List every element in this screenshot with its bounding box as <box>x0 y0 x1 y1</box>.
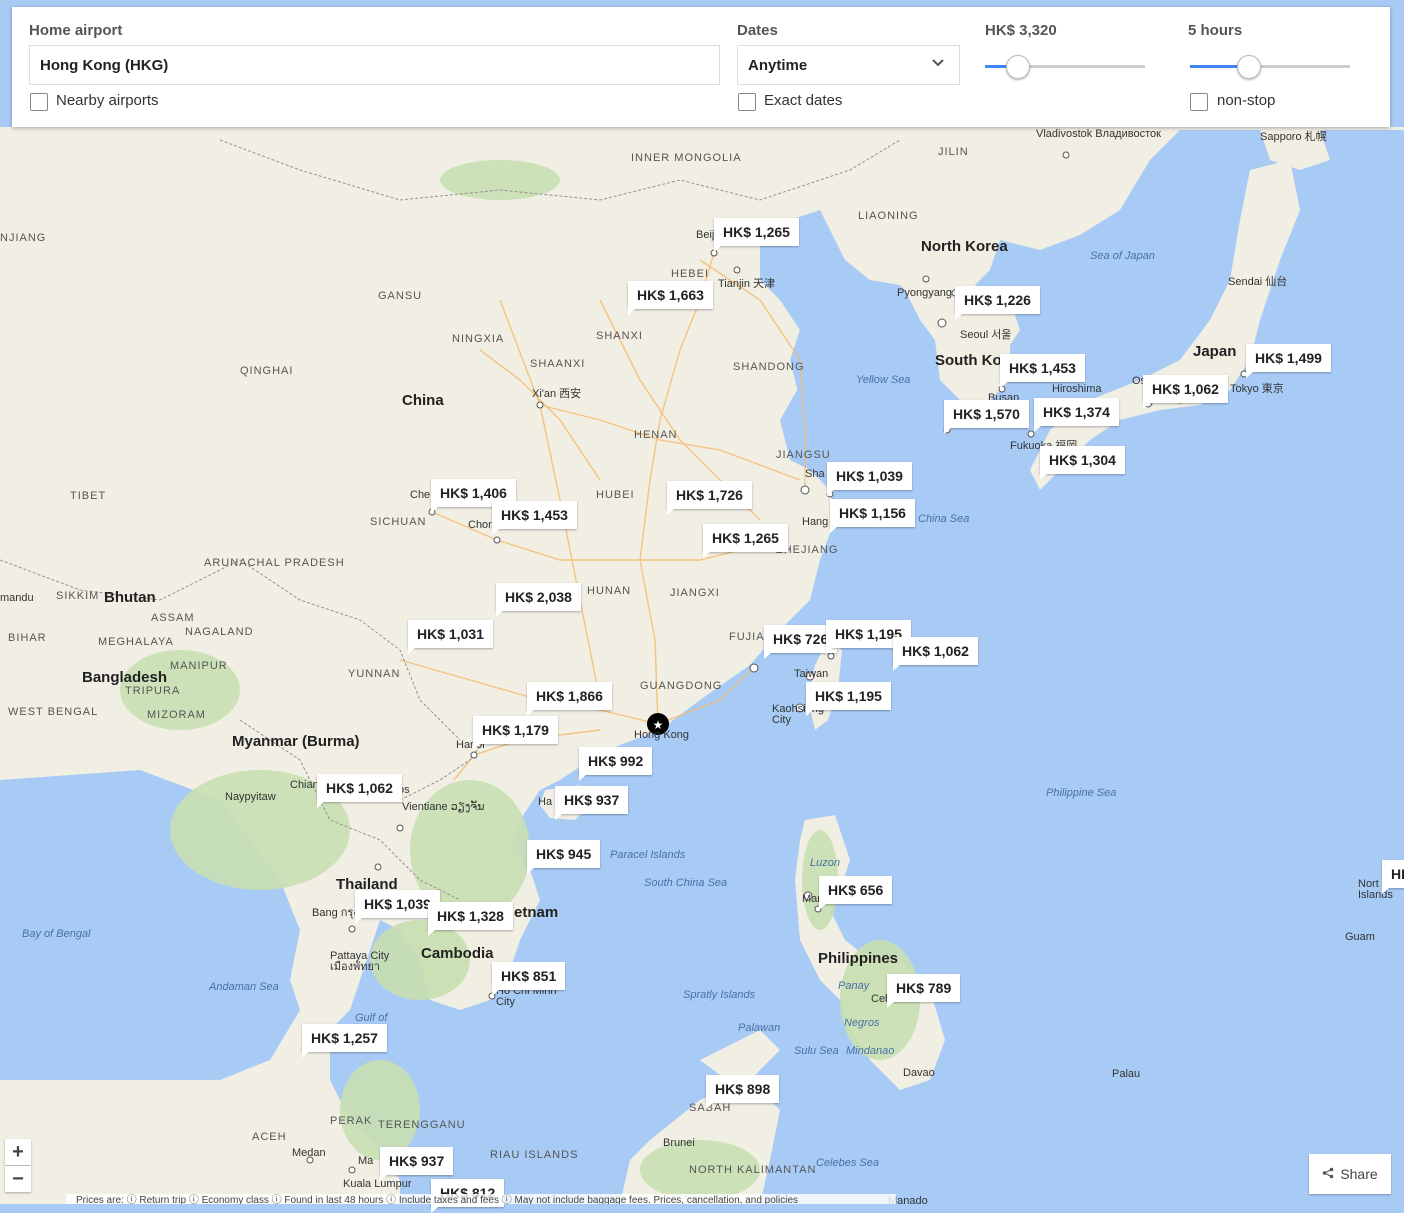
home-airport-label: Home airport <box>29 22 123 39</box>
price-marker[interactable]: HK$ 1,039 <box>827 462 912 496</box>
price-disclaimer: Prices are: ⓘ Return trip ⓘ Economy clas… <box>66 1194 896 1204</box>
price-marker[interactable]: HK$ 992 <box>579 747 653 781</box>
price-marker[interactable]: HK$ 1,726 <box>667 481 752 515</box>
price-marker[interactable]: HK$ 1,062 <box>1143 375 1228 409</box>
price-marker[interactable]: HK$ 1,179 <box>473 716 558 750</box>
price-marker[interactable]: HK$ 1,265 <box>703 524 788 558</box>
chevron-down-icon <box>931 56 945 74</box>
price-marker[interactable]: HK$ 937 <box>380 1147 454 1181</box>
dates-label: Dates <box>737 22 778 39</box>
zoom-in-button[interactable]: + <box>5 1139 31 1165</box>
nearby-airports-label: Nearby airports <box>56 92 159 109</box>
price-marker[interactable]: HK$ 851 <box>492 962 566 996</box>
price-marker[interactable]: HK$ 1,226 <box>955 286 1040 320</box>
price-marker[interactable]: HK$ 656 <box>819 876 893 910</box>
price-marker[interactable]: HK$ 1,453 <box>1000 354 1085 388</box>
exact-dates-checkbox[interactable] <box>738 93 756 111</box>
map-canvas[interactable]: ★ <box>0 0 1404 1204</box>
price-limit-label: HK$ 3,320 <box>985 22 1057 39</box>
home-airport-input[interactable]: Hong Kong (HKG) <box>29 45 720 85</box>
price-marker[interactable]: HK$ 1,453 <box>492 501 577 535</box>
price-marker[interactable]: HK$ 1,265 <box>714 218 799 252</box>
price-marker[interactable]: HK$ 1,374 <box>1034 398 1119 432</box>
nonstop-label: non-stop <box>1217 92 1276 109</box>
price-marker[interactable]: HK <box>1382 860 1404 894</box>
price-marker[interactable]: HK$ 1,663 <box>628 281 713 315</box>
search-panel: Home airport Hong Kong (HKG) Nearby airp… <box>12 7 1390 127</box>
price-marker[interactable]: HK$ 789 <box>887 974 961 1008</box>
price-marker[interactable]: HK$ 1,304 <box>1040 446 1125 480</box>
dates-value: Anytime <box>748 56 808 74</box>
dates-dropdown[interactable]: Anytime <box>737 45 960 85</box>
duration-slider-handle[interactable] <box>1237 55 1261 79</box>
price-marker[interactable]: HK$ 1,031 <box>408 620 493 654</box>
price-marker[interactable]: HK$ 1,570 <box>944 400 1029 434</box>
price-slider-handle[interactable] <box>1006 55 1030 79</box>
share-button[interactable]: Share <box>1309 1154 1391 1194</box>
price-marker[interactable]: HK$ 1,062 <box>317 774 402 808</box>
price-marker[interactable]: HK$ 898 <box>706 1075 780 1109</box>
price-marker[interactable]: HK$ 945 <box>527 840 601 874</box>
price-marker[interactable]: HK$ 1,499 <box>1246 344 1331 378</box>
share-label: Share <box>1340 1166 1378 1182</box>
duration-limit-label: 5 hours <box>1188 22 1243 39</box>
price-marker[interactable]: HK$ 1,062 <box>893 637 978 671</box>
price-marker[interactable]: HK$ 1,156 <box>830 499 915 533</box>
price-marker[interactable]: HK$ 1,328 <box>428 902 513 936</box>
price-marker[interactable]: HK$ 1,866 <box>527 682 612 716</box>
zoom-out-button[interactable]: − <box>5 1166 31 1192</box>
price-marker[interactable]: HK$ 1,195 <box>806 682 891 716</box>
price-marker[interactable]: HK$ 1,257 <box>302 1024 387 1058</box>
exact-dates-label: Exact dates <box>764 92 843 109</box>
price-marker[interactable]: HK$ 2,038 <box>496 583 581 617</box>
share-icon <box>1322 1166 1334 1182</box>
nonstop-checkbox[interactable] <box>1190 93 1208 111</box>
price-marker[interactable]: HK$ 937 <box>555 786 629 820</box>
nearby-airports-checkbox[interactable] <box>30 93 48 111</box>
svg-text:★: ★ <box>653 718 664 732</box>
